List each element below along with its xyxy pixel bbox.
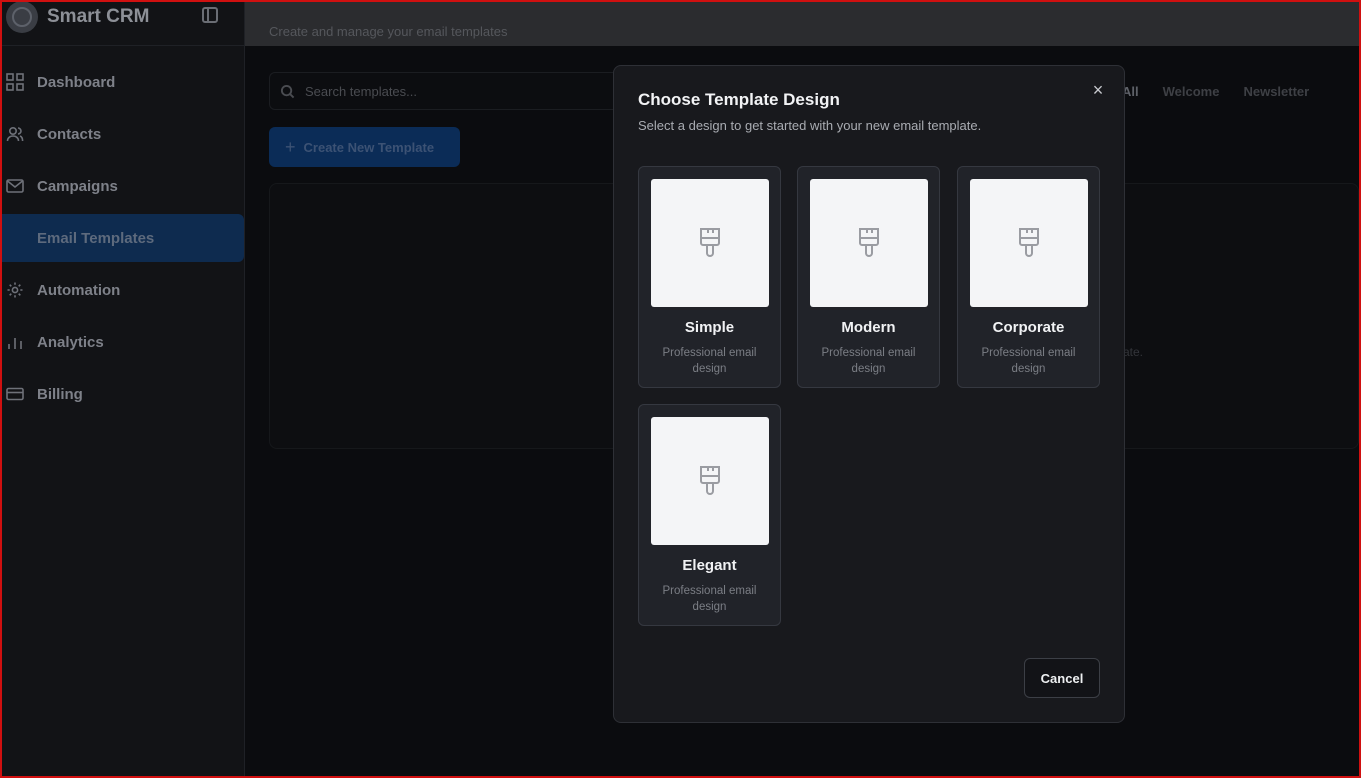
create-template-label: Create New Template	[303, 139, 435, 155]
sidebar-item-label: Contacts	[37, 125, 102, 143]
page-subtitle: Create and manage your email templates	[269, 24, 508, 39]
filter-tabs: All Welcome Newsletter	[1122, 84, 1309, 99]
design-description: Professional email design	[821, 347, 916, 375]
sidebar-item-label: Analytics	[37, 333, 104, 351]
cancel-button[interactable]: Cancel	[1024, 658, 1100, 698]
dialog-description: Select a design to get started with your…	[638, 118, 982, 133]
design-name: Modern	[841, 319, 896, 336]
design-name: Corporate	[992, 319, 1065, 336]
design-description: Professional email design	[981, 347, 1076, 375]
bar-chart-icon	[6, 333, 24, 351]
plus-icon: +	[285, 136, 296, 157]
search-input[interactable]: Search templates...	[269, 72, 629, 110]
design-description: Professional email design	[662, 585, 757, 613]
design-description: Professional email design	[662, 347, 757, 375]
sidebar-item-email-templates[interactable]: Email Templates	[2, 214, 244, 262]
brand: Smart CRM	[2, 0, 244, 46]
sidebar-item-label: Campaigns	[37, 177, 118, 195]
design-preview	[810, 179, 928, 307]
design-card-modern[interactable]: Modern Professional email design	[797, 166, 940, 388]
sidebar-nav: Dashboard Contacts Campaigns Email Templ…	[2, 46, 244, 418]
design-name: Elegant	[682, 557, 737, 574]
gear-icon	[6, 281, 24, 299]
close-icon[interactable]: ×	[1088, 80, 1108, 100]
sidebar-item-billing[interactable]: Billing	[2, 370, 244, 418]
sidebar-item-contacts[interactable]: Contacts	[2, 110, 244, 158]
design-preview	[651, 417, 769, 545]
file-icon	[6, 229, 24, 247]
sidebar-item-label: Automation	[37, 281, 121, 299]
design-name: Simple	[684, 319, 735, 336]
tab-welcome[interactable]: Welcome	[1163, 84, 1220, 99]
dialog-title: Choose Template Design	[638, 90, 840, 109]
sidebar-item-analytics[interactable]: Analytics	[2, 318, 244, 366]
design-card-elegant[interactable]: Elegant Professional email design	[638, 404, 781, 626]
empty-state-text: ate.	[1123, 345, 1144, 359]
tab-newsletter[interactable]: Newsletter	[1243, 84, 1309, 99]
sidebar-item-automation[interactable]: Automation	[2, 266, 244, 314]
paintbrush-icon	[859, 228, 879, 257]
design-preview	[970, 179, 1088, 307]
design-card-corporate[interactable]: Corporate Professional email design	[957, 166, 1100, 388]
sidebar-item-label: Email Templates	[37, 229, 155, 247]
users-icon	[6, 125, 24, 143]
sidebar-toggle-icon[interactable]	[202, 7, 218, 23]
grid-icon	[6, 73, 24, 91]
design-preview	[651, 179, 769, 307]
paintbrush-icon	[700, 228, 720, 257]
logo-icon	[6, 0, 38, 33]
mail-icon	[6, 177, 24, 195]
sidebar-item-dashboard[interactable]: Dashboard	[2, 58, 244, 106]
page-header: Create and manage your email templates	[245, 2, 1359, 46]
paintbrush-icon	[1019, 228, 1039, 257]
sidebar: Smart CRM Dashboard Contacts Campaigns E…	[2, 0, 245, 776]
template-design-dialog: Choose Template Design Select a design t…	[613, 65, 1125, 723]
sidebar-item-campaigns[interactable]: Campaigns	[2, 162, 244, 210]
credit-card-icon	[6, 385, 24, 403]
create-template-button[interactable]: + Create New Template	[269, 127, 460, 167]
search-placeholder: Search templates...	[305, 83, 417, 99]
design-card-simple[interactable]: Simple Professional email design	[638, 166, 781, 388]
app-name: Smart CRM	[47, 5, 150, 27]
search-icon	[280, 84, 295, 98]
sidebar-item-label: Billing	[37, 385, 83, 403]
sidebar-item-label: Dashboard	[37, 73, 116, 91]
paintbrush-icon	[700, 466, 720, 495]
